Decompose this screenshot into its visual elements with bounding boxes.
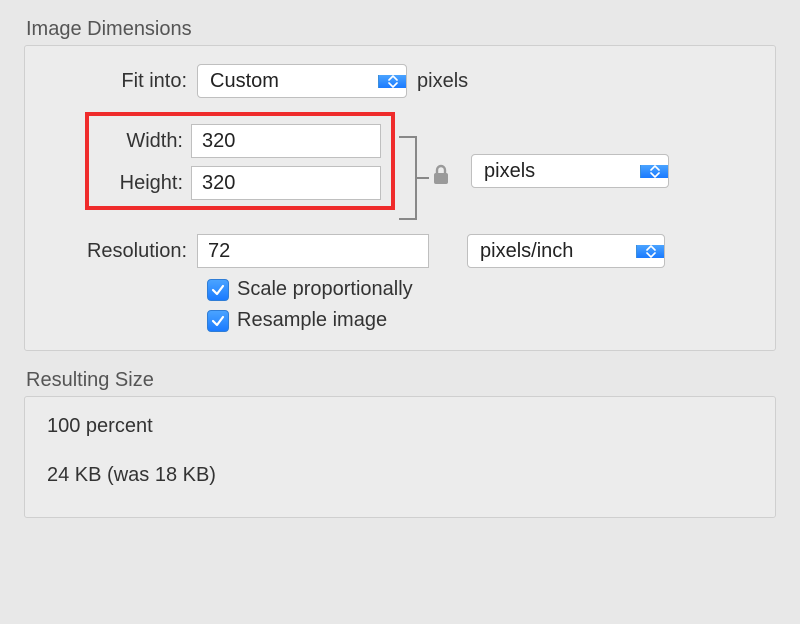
resolution-input[interactable] <box>197 234 429 268</box>
width-height-highlight: Width: Height: <box>85 112 395 210</box>
resample-image-label: Resample image <box>237 309 387 332</box>
checkmark-icon <box>211 283 225 297</box>
width-label: Width: <box>99 130 191 153</box>
resulting-percent: 100 percent <box>47 415 753 438</box>
resample-image-checkbox[interactable] <box>207 310 229 332</box>
height-input[interactable] <box>191 166 381 200</box>
scale-proportionally-checkbox[interactable] <box>207 279 229 301</box>
resulting-filesize: 24 KB (was 18 KB) <box>47 464 753 487</box>
width-input[interactable] <box>191 124 381 158</box>
updown-arrows-icon <box>636 245 664 258</box>
checkmark-icon <box>211 314 225 328</box>
scale-proportionally-row: Scale proportionally <box>207 278 753 301</box>
lock-icon[interactable] <box>431 164 451 192</box>
fit-into-label: Fit into: <box>47 70 197 93</box>
fit-into-select[interactable]: Custom <box>197 64 407 98</box>
image-dimensions-box: Fit into: Custom pixels Width: Height: <box>24 45 776 351</box>
resolution-units-value: pixels/inch <box>468 240 636 263</box>
resulting-size-section: Resulting Size 100 percent 24 KB (was 18… <box>24 369 776 518</box>
image-dimensions-title: Image Dimensions <box>24 18 776 41</box>
scale-proportionally-label: Scale proportionally <box>237 278 413 301</box>
updown-arrows-icon <box>378 75 406 88</box>
resulting-size-title: Resulting Size <box>24 369 776 392</box>
fit-into-row: Fit into: Custom pixels <box>47 64 753 98</box>
resolution-row: Resolution: pixels/inch <box>47 234 753 268</box>
resample-image-row: Resample image <box>207 309 753 332</box>
width-height-area: Width: Height: <box>47 112 753 220</box>
resolution-label: Resolution: <box>47 240 197 263</box>
fit-into-trailing: pixels <box>417 70 468 93</box>
lock-bracket <box>399 136 451 220</box>
height-row: Height: <box>99 166 381 200</box>
height-label: Height: <box>99 172 191 195</box>
size-units-value: pixels <box>472 160 640 183</box>
image-dimensions-section: Image Dimensions Fit into: Custom pixels… <box>24 18 776 351</box>
resolution-units-select[interactable]: pixels/inch <box>467 234 665 268</box>
resulting-size-box: 100 percent 24 KB (was 18 KB) <box>24 396 776 518</box>
fit-into-value: Custom <box>198 70 378 93</box>
size-units-select[interactable]: pixels <box>471 154 669 188</box>
updown-arrows-icon <box>640 165 668 178</box>
width-row: Width: <box>99 124 381 158</box>
bracket-icon <box>399 136 417 220</box>
